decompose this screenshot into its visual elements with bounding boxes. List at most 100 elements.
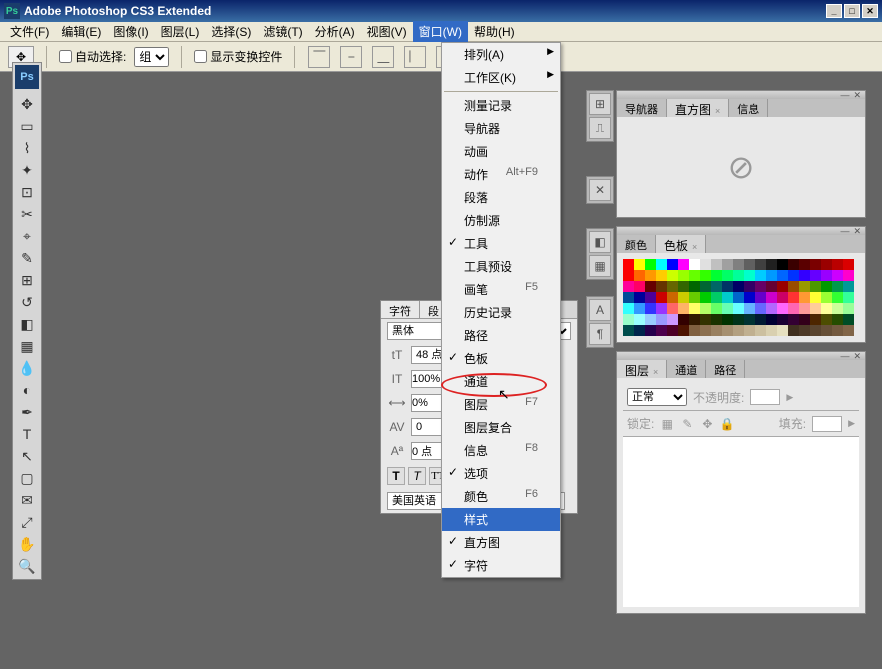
dock-histogram-icon[interactable]: ⎍ — [589, 117, 611, 139]
stamp-tool[interactable]: ⊞ — [15, 269, 39, 291]
color-swatch[interactable] — [843, 281, 854, 292]
tab-layers[interactable]: 图层× — [617, 360, 667, 378]
menu-measurement-log[interactable]: 测量记录 — [442, 94, 560, 117]
color-swatch[interactable] — [766, 314, 777, 325]
color-swatch[interactable] — [645, 292, 656, 303]
dock-navigator-icon[interactable]: ⊞ — [589, 93, 611, 115]
color-swatch[interactable] — [843, 314, 854, 325]
menu-info[interactable]: 信息F8 — [442, 439, 560, 462]
color-swatch[interactable] — [777, 281, 788, 292]
menu-layers[interactable]: 图层F7 — [442, 393, 560, 416]
lock-all-icon[interactable]: 🔒 — [720, 417, 734, 431]
color-swatch[interactable] — [645, 270, 656, 281]
color-swatch[interactable] — [711, 325, 722, 336]
color-swatch[interactable] — [733, 259, 744, 270]
color-swatch[interactable] — [623, 270, 634, 281]
minimize-button[interactable]: _ — [826, 4, 842, 18]
lock-pixels-icon[interactable]: ✎ — [680, 417, 694, 431]
color-swatch[interactable] — [832, 292, 843, 303]
lasso-tool[interactable]: ⌇ — [15, 137, 39, 159]
menu-paths[interactable]: 路径 — [442, 324, 560, 347]
close-button[interactable]: ✕ — [862, 4, 878, 18]
menu-animation[interactable]: 动画 — [442, 140, 560, 163]
menu-edit[interactable]: 编辑(E) — [55, 21, 107, 42]
color-swatch[interactable] — [656, 270, 667, 281]
color-swatch[interactable] — [788, 303, 799, 314]
menu-clone-source[interactable]: 仿制源 — [442, 209, 560, 232]
color-swatch[interactable] — [810, 325, 821, 336]
color-swatch[interactable] — [667, 259, 678, 270]
color-swatch[interactable] — [843, 303, 854, 314]
color-swatch[interactable] — [689, 314, 700, 325]
color-swatch[interactable] — [755, 314, 766, 325]
color-swatch[interactable] — [722, 314, 733, 325]
color-swatch[interactable] — [689, 303, 700, 314]
show-transform-checkbox[interactable] — [194, 50, 207, 63]
menu-color[interactable]: 颜色F6 — [442, 485, 560, 508]
tab-channels[interactable]: 通道 — [667, 360, 706, 378]
color-swatch[interactable] — [634, 259, 645, 270]
color-swatch[interactable] — [810, 314, 821, 325]
menu-filter[interactable]: 滤镜(T) — [257, 21, 308, 42]
color-swatch[interactable] — [623, 292, 634, 303]
tab-character[interactable]: 字符 — [381, 301, 420, 318]
color-swatch[interactable] — [700, 314, 711, 325]
color-swatch[interactable] — [678, 281, 689, 292]
move-tool[interactable]: ✥ — [15, 93, 39, 115]
menu-swatches[interactable]: ✓色板 — [442, 347, 560, 370]
color-swatch[interactable] — [799, 325, 810, 336]
color-swatch[interactable] — [843, 259, 854, 270]
lock-position-icon[interactable]: ✥ — [700, 417, 714, 431]
color-swatch[interactable] — [810, 292, 821, 303]
path-select-tool[interactable]: ↖ — [15, 445, 39, 467]
color-swatch[interactable] — [733, 325, 744, 336]
menu-window[interactable]: 窗口(W) — [413, 21, 468, 42]
color-swatch[interactable] — [678, 270, 689, 281]
auto-select-option[interactable]: 自动选择: — [59, 48, 126, 65]
menu-actions[interactable]: 动作Alt+F9 — [442, 163, 560, 186]
color-swatch[interactable] — [667, 270, 678, 281]
color-swatch[interactable] — [623, 314, 634, 325]
color-swatch[interactable] — [623, 325, 634, 336]
color-swatch[interactable] — [766, 292, 777, 303]
crop-tool[interactable]: ⊡ — [15, 181, 39, 203]
color-swatch[interactable] — [711, 314, 722, 325]
panel-close-icon[interactable]: ✕ — [853, 351, 861, 362]
color-swatch[interactable] — [645, 314, 656, 325]
color-swatch[interactable] — [766, 259, 777, 270]
color-swatch[interactable] — [634, 292, 645, 303]
menu-tools[interactable]: ✓工具 — [442, 232, 560, 255]
color-swatch[interactable] — [656, 292, 667, 303]
auto-select-checkbox[interactable] — [59, 50, 72, 63]
color-swatch[interactable] — [755, 325, 766, 336]
color-swatch[interactable] — [755, 270, 766, 281]
color-swatch[interactable] — [711, 292, 722, 303]
color-swatch[interactable] — [733, 270, 744, 281]
menu-file[interactable]: 文件(F) — [4, 21, 55, 42]
color-swatch[interactable] — [821, 281, 832, 292]
color-swatch[interactable] — [755, 281, 766, 292]
bold-button[interactable]: T — [387, 467, 405, 485]
dock-paragraph-icon[interactable]: ¶ — [589, 323, 611, 345]
color-swatch[interactable] — [656, 281, 667, 292]
align-left-icon[interactable]: ⎸ — [404, 46, 426, 68]
color-swatch[interactable] — [744, 325, 755, 336]
color-swatch[interactable] — [821, 303, 832, 314]
color-swatch[interactable] — [766, 325, 777, 336]
color-swatch[interactable] — [733, 303, 744, 314]
color-swatch[interactable] — [678, 292, 689, 303]
color-swatch[interactable] — [634, 325, 645, 336]
color-swatch[interactable] — [645, 325, 656, 336]
color-swatch[interactable] — [810, 303, 821, 314]
lock-transparency-icon[interactable]: ▦ — [660, 417, 674, 431]
color-swatch[interactable] — [755, 259, 766, 270]
fill-arrow-icon[interactable]: ▶ — [848, 418, 855, 429]
panel-close-icon[interactable]: ✕ — [853, 226, 861, 237]
marquee-tool[interactable]: ▭ — [15, 115, 39, 137]
color-swatch[interactable] — [821, 270, 832, 281]
menu-options[interactable]: ✓选项 — [442, 462, 560, 485]
color-swatch[interactable] — [788, 325, 799, 336]
notes-tool[interactable]: ✉ — [15, 489, 39, 511]
blend-mode-select[interactable]: 正常 — [627, 388, 687, 406]
color-swatch[interactable] — [656, 303, 667, 314]
